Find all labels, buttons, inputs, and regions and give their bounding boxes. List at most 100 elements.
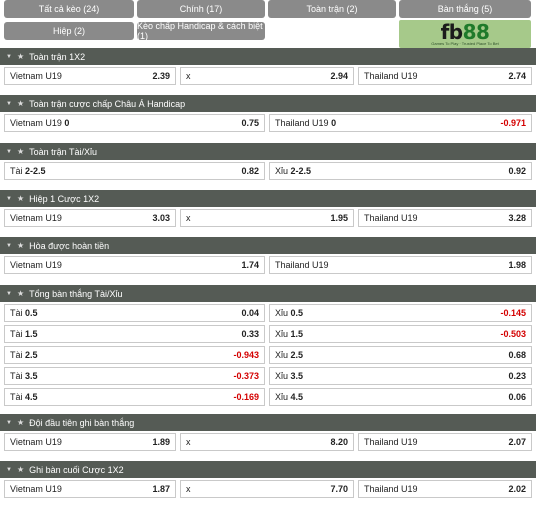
market-title: Hiệp 1 Cược 1X2 xyxy=(29,193,100,204)
logo-tagline: Games To Play · Trusted Place To Bet xyxy=(431,40,499,46)
selection-label: Tài 2-2.5 xyxy=(10,166,241,176)
odds-cell[interactable]: Tài 4.5 -0.169 xyxy=(4,388,265,406)
collapse-caret-icon[interactable]: ▼ xyxy=(6,467,12,473)
selection-label: Vietnam U19 xyxy=(10,260,241,270)
odds-cell[interactable]: Tài 0.5 0.04 xyxy=(4,304,265,322)
favorite-star-icon[interactable]: ★ xyxy=(17,99,24,108)
favorite-star-icon[interactable]: ★ xyxy=(17,52,24,61)
collapse-caret-icon[interactable]: ▼ xyxy=(6,291,12,297)
odds-cell[interactable]: Vietnam U19 1.74 xyxy=(4,256,265,274)
collapse-caret-icon[interactable]: ▼ xyxy=(6,149,12,155)
favorite-star-icon[interactable]: ★ xyxy=(17,147,24,156)
odds-cell[interactable]: Thailand U19 3.28 xyxy=(358,209,532,227)
selection-name: Tài xyxy=(10,308,23,318)
selection-label: Tài 1.5 xyxy=(10,329,241,339)
odds-cell[interactable]: Xỉu 4.5 0.06 xyxy=(269,388,532,406)
collapse-caret-icon[interactable]: ▼ xyxy=(6,54,12,60)
odds-value: 2.74 xyxy=(508,71,526,81)
selection-name: Tài xyxy=(10,166,23,176)
odds-cell[interactable]: x 8.20 xyxy=(180,433,354,451)
market-section: ▼ ★ Ghi bàn cuối Cược 1X2 Vietnam U19 1.87 x 7… xyxy=(0,461,536,503)
odds-cell[interactable]: Thailand U19 2.74 xyxy=(358,67,532,85)
selection-line: 0.5 xyxy=(290,308,304,318)
market-header[interactable]: ▼ ★ Hòa được hoàn tiền xyxy=(0,237,536,254)
selection-label: x xyxy=(186,213,330,223)
odds-cell[interactable]: Thailand U19 2.07 xyxy=(358,433,532,451)
selection-line: 4.5 xyxy=(25,392,38,402)
odds-cell[interactable]: Thailand U19 1.98 xyxy=(269,256,532,274)
odds-cell[interactable]: Tài 1.5 0.33 xyxy=(4,325,265,343)
market-header[interactable]: ▼ ★ Tổng bàn thắng Tài/Xỉu xyxy=(0,285,536,302)
selection-label: Vietnam U19 0 xyxy=(10,118,241,128)
odds-value: -0.145 xyxy=(500,308,526,318)
market-header[interactable]: ▼ ★ Toàn trận cược chấp Châu Á Handicap xyxy=(0,95,536,112)
favorite-star-icon[interactable]: ★ xyxy=(17,194,24,203)
odds-cell[interactable]: Vietnam U19 1.89 xyxy=(4,433,176,451)
odds-cell[interactable]: Xỉu 0.5 -0.145 xyxy=(269,304,532,322)
odds-cell[interactable]: Thailand U19 2.02 xyxy=(358,480,532,498)
market-title: Ghi bàn cuối Cược 1X2 xyxy=(29,464,124,475)
selection-label: Thailand U19 0 xyxy=(275,118,500,128)
favorite-star-icon[interactable]: ★ xyxy=(17,289,24,298)
selection-label: Xỉu 2.5 xyxy=(275,350,508,360)
selection-label: Tài 0.5 xyxy=(10,308,241,318)
odds-cell[interactable]: Vietnam U19 0 0.75 xyxy=(4,114,265,132)
odds-value: 1.74 xyxy=(241,260,259,270)
selection-label: Thailand U19 xyxy=(364,213,508,223)
odds-cell[interactable]: Xỉu 3.5 0.23 xyxy=(269,367,532,385)
collapse-caret-icon[interactable]: ▼ xyxy=(6,101,12,107)
odds-cell[interactable]: Vietnam U19 1.87 xyxy=(4,480,176,498)
odds-cell[interactable]: Tài 3.5 -0.373 xyxy=(4,367,265,385)
selection-line: 3.5 xyxy=(290,371,304,381)
odds-cell[interactable]: Vietnam U19 2.39 xyxy=(4,67,176,85)
odds-value: 2.39 xyxy=(152,71,170,81)
odds-cell[interactable]: Vietnam U19 3.03 xyxy=(4,209,176,227)
selection-name: Thailand U19 xyxy=(364,213,418,223)
selection-line: 2-2.5 xyxy=(25,166,46,176)
market-section: ▼ ★ Toàn trận 1X2 Vietnam U19 2.39 x 2.94 Thail… xyxy=(0,48,536,90)
odds-value: 7.70 xyxy=(330,484,348,494)
odds-cell[interactable]: Tài 2-2.5 0.82 xyxy=(4,162,265,180)
selection-name: Xỉu xyxy=(275,371,289,381)
selection-label: Thailand U19 xyxy=(364,437,508,447)
odds-cell[interactable]: Tài 2.5 -0.943 xyxy=(4,346,265,364)
market-header[interactable]: ▼ ★ Toàn trận Tài/Xỉu xyxy=(0,143,536,160)
selection-name: Vietnam U19 xyxy=(10,213,62,223)
selection-label: Tài 3.5 xyxy=(10,371,233,381)
tab-all[interactable]: Tất cả kèo (24) xyxy=(4,0,134,18)
market-header[interactable]: ▼ ★ Hiệp 1 Cược 1X2 xyxy=(0,190,536,207)
favorite-star-icon[interactable]: ★ xyxy=(17,465,24,474)
odds-cell[interactable]: x 2.94 xyxy=(180,67,354,85)
odds-cell[interactable]: Thailand U19 0 -0.971 xyxy=(269,114,532,132)
selection-name: Vietnam U19 xyxy=(10,484,62,494)
odds-cell[interactable]: x 7.70 xyxy=(180,480,354,498)
selection-label: Xỉu 4.5 xyxy=(275,392,508,402)
market-header[interactable]: ▼ ★ Đội đầu tiên ghi bàn thắng xyxy=(0,414,536,431)
collapse-caret-icon[interactable]: ▼ xyxy=(6,243,12,249)
market-header[interactable]: ▼ ★ Toàn trận 1X2 xyxy=(0,48,536,65)
odds-cell[interactable]: Xỉu 1.5 -0.503 xyxy=(269,325,532,343)
market-title: Toàn trận cược chấp Châu Á Handicap xyxy=(29,98,186,109)
tab-handicap[interactable]: Kèo chấp Handicap & cách biệt (1) xyxy=(137,21,265,41)
odds-cell[interactable]: Xỉu 2-2.5 0.92 xyxy=(269,162,532,180)
selection-name: Tài xyxy=(10,371,23,381)
favorite-star-icon[interactable]: ★ xyxy=(17,418,24,427)
tab-full-match[interactable]: Toàn trận (2) xyxy=(268,0,396,18)
favorite-star-icon[interactable]: ★ xyxy=(17,241,24,250)
tab-half[interactable]: Hiệp (2) xyxy=(4,22,134,40)
collapse-caret-icon[interactable]: ▼ xyxy=(6,420,12,426)
tab-main[interactable]: Chính (17) xyxy=(137,0,265,18)
odds-value: 0.33 xyxy=(241,329,259,339)
selection-label: Xỉu 1.5 xyxy=(275,329,500,339)
selection-line: 2-2.5 xyxy=(290,166,312,176)
market-header[interactable]: ▼ ★ Ghi bàn cuối Cược 1X2 xyxy=(0,461,536,478)
tab-goals[interactable]: Bàn thắng (5) xyxy=(399,0,531,18)
odds-cell[interactable]: x 1.95 xyxy=(180,209,354,227)
selection-name: Xỉu xyxy=(275,392,289,402)
collapse-caret-icon[interactable]: ▼ xyxy=(6,196,12,202)
selection-label: Vietnam U19 xyxy=(10,437,152,447)
selection-name: Xỉu xyxy=(275,308,289,318)
odds-cell[interactable]: Xỉu 2.5 0.68 xyxy=(269,346,532,364)
market-section: ▼ ★ Tổng bàn thắng Tài/Xỉu Tài 0.5 0.04 Xỉu 0… xyxy=(0,285,536,411)
selection-label: Vietnam U19 xyxy=(10,213,152,223)
